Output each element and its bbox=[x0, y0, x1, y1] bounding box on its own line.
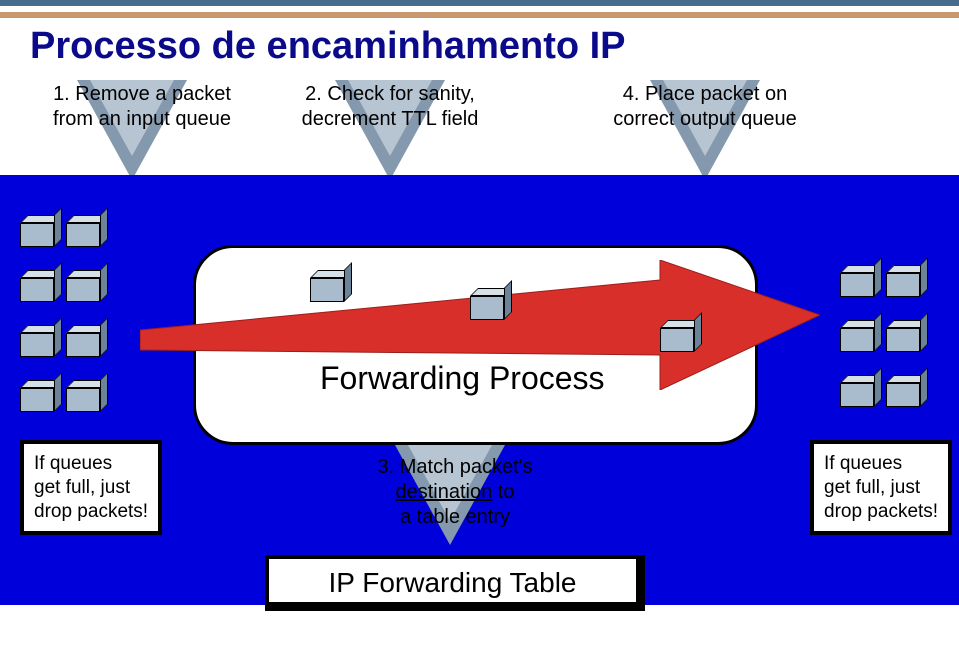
packet-cube bbox=[886, 320, 928, 352]
label-left-line3: drop packets! bbox=[34, 500, 148, 524]
step3-destination: destination bbox=[396, 481, 493, 503]
step3-line2: destination to bbox=[345, 480, 565, 505]
input-queue-row-4 bbox=[20, 380, 108, 412]
output-queue-row-1 bbox=[840, 265, 928, 297]
label-right-line1: If queues bbox=[824, 452, 938, 476]
step-3-text: 3. Match packet's destination to a table… bbox=[345, 455, 565, 530]
packet-cube-inside-3 bbox=[660, 320, 702, 352]
decor-bar-3 bbox=[0, 12, 959, 18]
output-queue-row-3 bbox=[840, 375, 928, 407]
packet-cube-inside-2 bbox=[470, 288, 512, 320]
packet-cube bbox=[20, 325, 62, 357]
ip-forwarding-table-box: IP Forwarding Table bbox=[265, 555, 645, 611]
packet-cube-inside-1 bbox=[310, 270, 352, 302]
packet-cube bbox=[66, 270, 108, 302]
drop-packets-label-right: If queues get full, just drop packets! bbox=[810, 440, 952, 535]
step3-line3: a table entry bbox=[345, 505, 565, 530]
packet-cube bbox=[840, 375, 882, 407]
label-left-line1: If queues bbox=[34, 452, 148, 476]
forwarding-process-label: Forwarding Process bbox=[320, 360, 605, 397]
step-1-text: 1. Remove a packet from an input queue bbox=[42, 82, 242, 132]
packet-cube bbox=[20, 270, 62, 302]
packet-cube bbox=[886, 375, 928, 407]
output-queue-row-2 bbox=[840, 320, 928, 352]
input-queue-row-2 bbox=[20, 270, 108, 302]
packet-cube bbox=[886, 265, 928, 297]
step3-line2-rest: to bbox=[492, 481, 514, 503]
label-right-line2: get full, just bbox=[824, 476, 938, 500]
input-queue-row-3 bbox=[20, 325, 108, 357]
label-left-line2: get full, just bbox=[34, 476, 148, 500]
packet-cube bbox=[840, 265, 882, 297]
step-4-text: 4. Place packet on correct output queue bbox=[610, 82, 800, 132]
router-label: Router bbox=[770, 600, 863, 636]
drop-packets-label-left: If queues get full, just drop packets! bbox=[20, 440, 162, 535]
step-2-text: 2. Check for sanity, decrement TTL field bbox=[290, 82, 490, 132]
slide-title: Processo de encaminhamento IP bbox=[30, 25, 626, 68]
packet-cube bbox=[20, 380, 62, 412]
packet-cube bbox=[20, 215, 62, 247]
label-right-line3: drop packets! bbox=[824, 500, 938, 524]
input-queue-row-1 bbox=[20, 215, 108, 247]
packet-cube bbox=[66, 215, 108, 247]
packet-cube bbox=[66, 380, 108, 412]
packet-cube bbox=[840, 320, 882, 352]
packet-cube bbox=[66, 325, 108, 357]
step3-line1: 3. Match packet's bbox=[345, 455, 565, 480]
